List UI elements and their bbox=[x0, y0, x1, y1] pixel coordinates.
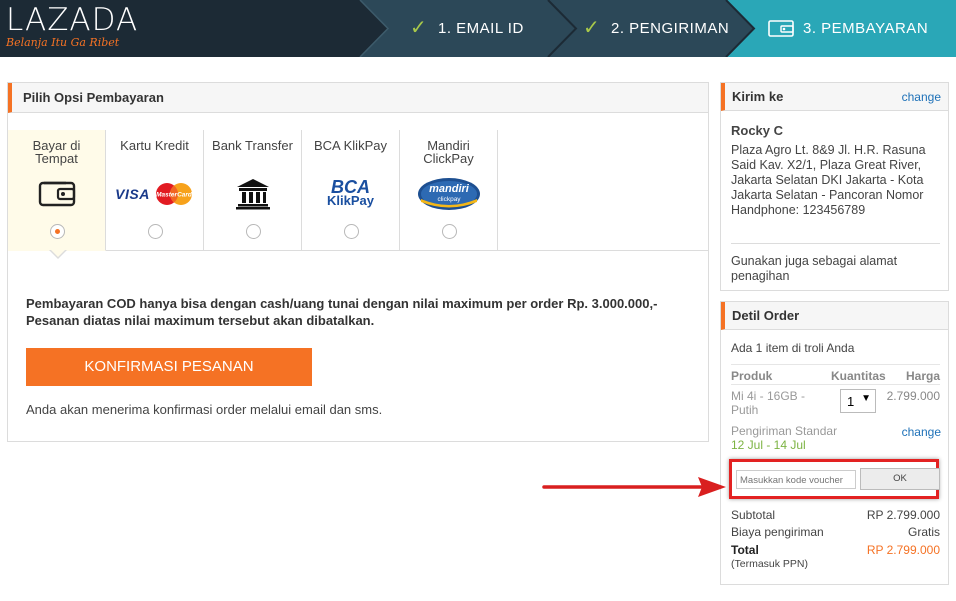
tab-label-cod: Bayar di Tempat bbox=[32, 138, 81, 166]
step-1-check-icon: ✓ bbox=[410, 17, 427, 39]
chevron-down-icon: ▼ bbox=[861, 393, 871, 404]
order-divider-top bbox=[731, 364, 940, 365]
voucher-highlight-box: OK bbox=[729, 459, 940, 499]
subtotal-row: Subtotal RP 2.799.000 bbox=[731, 508, 940, 522]
order-detail-box: Detil Order Ada 1 item di troli Anda Pro… bbox=[720, 301, 949, 585]
visa-mastercard-icon: VISA MasterCard bbox=[106, 176, 203, 212]
tab-kartu-kredit[interactable]: Kartu Kredit VISA MasterCard bbox=[106, 130, 204, 250]
shipping-fee-label: Biaya pengiriman bbox=[731, 525, 824, 539]
clickpay-logo-text: clickpay bbox=[437, 196, 461, 203]
tab-label-bank-transfer: Bank Transfer bbox=[212, 138, 293, 153]
tab-label-bca-klikpay: BCA KlikPay bbox=[314, 138, 387, 153]
cod-limit-note: Pembayaran COD hanya bisa dengan cash/ua… bbox=[26, 296, 658, 328]
visa-logo: VISA bbox=[115, 186, 150, 202]
bca-logo: BCA bbox=[331, 177, 370, 197]
shipping-fee-row: Biaya pengiriman Gratis bbox=[731, 525, 940, 539]
tab-bayar-di-tempat[interactable]: Bayar di Tempat bbox=[8, 130, 106, 251]
tax-note: (Termasuk PPN) bbox=[731, 558, 809, 570]
active-tab-pointer bbox=[49, 249, 67, 259]
bca-klikpay-icon: BCA KlikPay bbox=[302, 176, 399, 212]
step-3-label: 3. PEMBAYARAN bbox=[803, 20, 929, 37]
order-divider-header bbox=[731, 384, 940, 385]
payment-method-tabs: Bayar di Tempat Kartu Kredit VISA Master… bbox=[8, 130, 708, 251]
wallet-step-icon bbox=[768, 20, 794, 37]
mandiri-clickpay-icon: mandiri clickpay bbox=[400, 176, 497, 212]
shipping-address-box: Kirim ke change Rocky C Plaza Agro Lt. 8… bbox=[720, 82, 949, 291]
confirmation-info-text: Anda akan menerima konfirmasi order mela… bbox=[26, 402, 383, 417]
shipping-fee-value: Gratis bbox=[907, 525, 940, 539]
tab-mandiri-clickpay[interactable]: Mandiri ClickPay mandiri clickpay bbox=[400, 130, 498, 250]
order-box-title: Detil Order bbox=[732, 308, 800, 323]
column-header-price: Harga bbox=[905, 369, 940, 383]
quantity-select[interactable]: 1 ▼ bbox=[840, 389, 876, 413]
product-name: Mi 4i - 16GB - Putih bbox=[731, 389, 806, 417]
quantity-value: 1 bbox=[847, 394, 855, 409]
wallet-icon bbox=[8, 176, 105, 212]
lazada-logo[interactable]: LAZADA Belanja Itu Ga Ribet bbox=[6, 4, 138, 49]
logo-text: LAZADA bbox=[6, 2, 139, 38]
step-1-label: 1. EMAIL ID bbox=[438, 20, 524, 37]
checkout-header: LAZADA Belanja Itu Ga Ribet ✓ 1. EMAIL I… bbox=[0, 0, 956, 57]
radio-cod[interactable] bbox=[49, 224, 65, 239]
cart-item-count: Ada 1 item di troli Anda bbox=[731, 341, 855, 355]
recipient-address: Plaza Agro Lt. 8&9 Jl. H.R. Rasuna Said … bbox=[731, 143, 926, 217]
shipping-box-title: Kirim ke bbox=[732, 89, 784, 104]
tab-label-mandiri-clickpay: Mandiri ClickPay bbox=[423, 138, 474, 166]
mastercard-logo: MasterCard bbox=[155, 183, 193, 205]
shipping-divider bbox=[731, 243, 940, 244]
tab-bca-klikpay[interactable]: BCA KlikPay BCA KlikPay bbox=[302, 130, 400, 250]
product-price: 2.799.000 bbox=[886, 389, 940, 403]
shipping-box-header: Kirim ke change bbox=[721, 83, 948, 111]
subtotal-value: RP 2.799.000 bbox=[866, 508, 940, 522]
voucher-ok-button[interactable]: OK bbox=[860, 468, 940, 490]
column-header-product: Produk bbox=[731, 369, 773, 383]
step-2-label: 2. PENGIRIMAN bbox=[611, 20, 730, 37]
total-row: Total RP 2.799.000 bbox=[731, 543, 940, 557]
change-address-link[interactable]: change bbox=[902, 90, 941, 104]
bank-icon bbox=[204, 176, 301, 212]
tab-label-kartu-kredit: Kartu Kredit bbox=[120, 138, 189, 153]
confirm-order-button[interactable]: KONFIRMASI PESANAN bbox=[26, 348, 312, 386]
shipping-dates: 12 Jul - 14 Jul bbox=[731, 438, 806, 452]
subtotal-label: Subtotal bbox=[731, 508, 776, 522]
recipient-name: Rocky C bbox=[731, 123, 784, 138]
tab-bank-transfer[interactable]: Bank Transfer bbox=[204, 130, 302, 250]
radio-bank-transfer[interactable] bbox=[245, 224, 261, 239]
billing-address-note: Gunakan juga sebagai alamat penagihan bbox=[731, 254, 898, 283]
step-2-check-icon: ✓ bbox=[583, 17, 600, 39]
mandiri-logo-text: mandiri bbox=[429, 183, 470, 195]
order-box-header: Detil Order bbox=[721, 302, 948, 330]
radio-bca-klikpay[interactable] bbox=[343, 224, 359, 239]
mastercard-logo-text: MasterCard bbox=[156, 192, 193, 199]
voucher-code-input[interactable] bbox=[736, 470, 856, 489]
payment-options-panel: Pilih Opsi Pembayaran Bayar di Tempat Ka… bbox=[7, 82, 709, 442]
klikpay-logo: KlikPay bbox=[327, 193, 374, 208]
payment-panel-title: Pilih Opsi Pembayaran bbox=[8, 83, 708, 113]
logo-tagline: Belanja Itu Ga Ribet bbox=[6, 36, 120, 49]
change-shipping-link[interactable]: change bbox=[902, 425, 941, 439]
annotation-arrow-icon bbox=[542, 477, 726, 497]
column-header-quantity: Kuantitas bbox=[831, 369, 886, 383]
shipping-type: Pengiriman Standar bbox=[731, 424, 838, 438]
radio-kartu-kredit[interactable] bbox=[147, 224, 163, 239]
total-value: RP 2.799.000 bbox=[866, 543, 940, 557]
radio-mandiri-clickpay[interactable] bbox=[441, 224, 457, 239]
total-label: Total bbox=[731, 543, 759, 557]
